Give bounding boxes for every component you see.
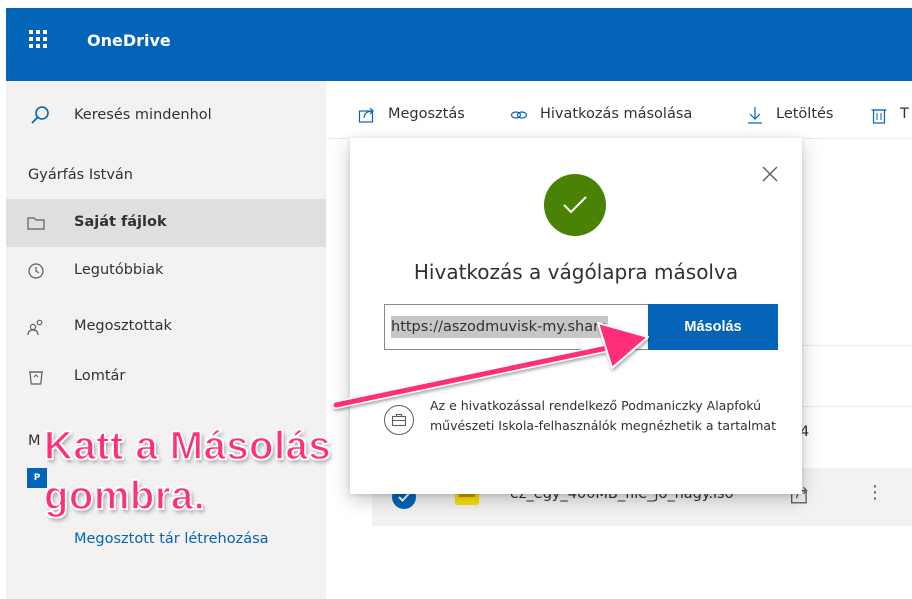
sidebar-item-label: Megosztottak [74, 318, 172, 334]
section-label-partial: M [28, 433, 41, 449]
sidebar: Keresés mindenhol Gyárfás István Saját f… [6, 81, 326, 599]
org-avatar[interactable]: P [27, 468, 47, 488]
success-check-icon [544, 174, 606, 236]
link-copied-dialog: Hivatkozás a vágólapra másolva https://a… [350, 138, 802, 494]
sidebar-item-my-files[interactable]: Saját fájlok [6, 199, 326, 247]
sidebar-item-label: Saját fájlok [74, 214, 167, 230]
download-icon [748, 107, 762, 124]
onedrive-window: OneDrive Keresés mindenhol Gyárfás Istvá… [0, 0, 912, 599]
share-icon [358, 107, 374, 123]
sidebar-item-recent[interactable]: Legutóbbiak [6, 247, 326, 295]
copy-button[interactable]: Másolás [648, 304, 778, 350]
trash-icon [871, 109, 887, 124]
command-bar: Megosztás Hivatkozás másolása Letöltés T [326, 95, 912, 135]
app-launcher-icon[interactable] [29, 30, 47, 48]
app-title[interactable]: OneDrive [87, 31, 171, 50]
folder-icon [27, 217, 45, 230]
search-icon [31, 106, 49, 124]
user-name: Gyárfás István [28, 167, 133, 183]
recycle-bin-icon [29, 371, 43, 385]
share-label: Megosztás [388, 106, 465, 122]
link-value: https://aszodmuvisk-my.share [391, 316, 608, 338]
shared-icon [27, 319, 43, 336]
copy-link-label: Hivatkozás másolása [540, 106, 693, 122]
download-label: Letöltés [776, 106, 834, 122]
delete-label: T [900, 106, 909, 122]
link-field[interactable]: https://aszodmuvisk-my.share [384, 304, 652, 350]
create-shared-library-link[interactable]: Megosztott tár létrehozása [74, 531, 269, 547]
sidebar-item-shared[interactable]: Megosztottak [6, 303, 326, 351]
more-options-icon[interactable]: ⋮ [866, 482, 884, 503]
link-icon [510, 111, 528, 119]
recent-icon [28, 263, 44, 279]
permission-description[interactable]: Az e hivatkozással rendelkező Podmaniczk… [430, 396, 780, 436]
dialog-title: Hivatkozás a vágólapra másolva [413, 260, 739, 284]
top-bar: OneDrive [0, 0, 912, 81]
search-label: Keresés mindenhol [74, 107, 212, 123]
close-icon[interactable] [760, 164, 780, 184]
search-box[interactable]: Keresés mindenhol [6, 95, 326, 135]
sidebar-item-recycle-bin[interactable]: Lomtár [6, 353, 326, 401]
briefcase-icon [384, 405, 414, 435]
sidebar-item-label: Lomtár [74, 368, 126, 384]
sidebar-item-label: Legutóbbiak [74, 262, 164, 278]
